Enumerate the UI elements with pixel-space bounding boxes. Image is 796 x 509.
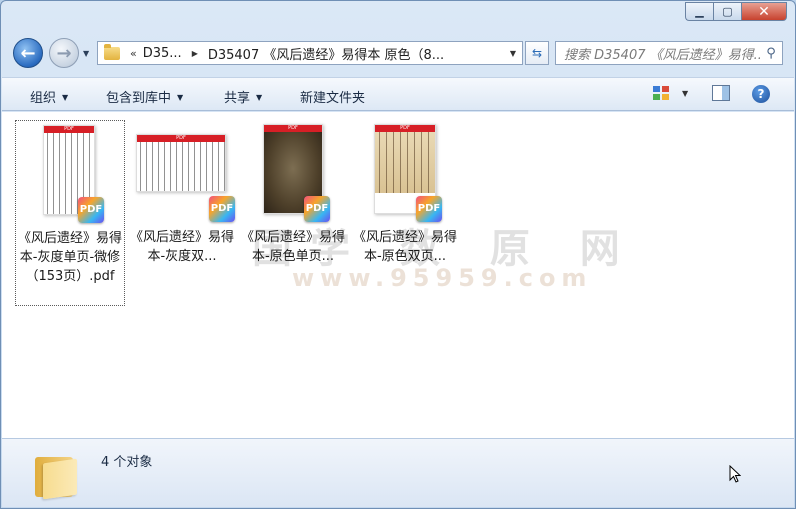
include-in-library-button[interactable]: 包含到库中 ▼: [106, 87, 183, 106]
include-in-library-label: 包含到库中: [106, 91, 172, 106]
pdf-icon: PDF: [209, 196, 235, 222]
details-pane: 4 个对象: [2, 438, 794, 507]
chevron-down-icon: ▼: [62, 93, 69, 102]
close-button[interactable]: ✕: [741, 2, 787, 21]
chevron-down-icon: ▼: [256, 93, 263, 102]
item-count: 4 个对象: [101, 455, 153, 470]
address-bar[interactable]: « D35... ▶ D35407 《风后遗经》易得本 原色（8... ▼: [97, 41, 523, 65]
view-icon[interactable]: [652, 85, 670, 101]
file-name: 《风后遗经》易得本-灰度双...: [129, 230, 234, 264]
share-label: 共享: [224, 91, 251, 106]
file-name: 《风后遗经》易得本-灰度单页-微修（153页）.pdf: [18, 231, 123, 284]
address-dropdown-icon[interactable]: ▼: [510, 49, 516, 58]
chevron-down-icon: ▼: [177, 93, 184, 102]
mouse-cursor-icon: [729, 465, 741, 483]
explorer-window: ▁ ▢ ✕ ← → ▼ « D35... ▶ D35407 《风后遗经》易得本 …: [0, 0, 796, 509]
organize-label: 组织: [30, 91, 57, 106]
preview-pane-icon[interactable]: [712, 85, 730, 101]
search-placeholder: 搜索 D35407 《风后遗经》易得...: [564, 47, 760, 63]
back-arrow-icon[interactable]: ←: [13, 38, 43, 68]
help-icon[interactable]: ?: [752, 85, 770, 103]
pdf-icon: PDF: [78, 197, 104, 223]
maximize-button[interactable]: ▢: [713, 2, 741, 21]
refresh-icon[interactable]: ⇆: [525, 41, 549, 65]
breadcrumb-separator-icon[interactable]: ▶: [192, 49, 198, 58]
share-button[interactable]: 共享 ▼: [224, 87, 262, 106]
pdf-icon: PDF: [416, 196, 442, 222]
file-name: 《风后遗经》易得本-原色双页...: [352, 230, 457, 264]
command-bar: 组织 ▼ 包含到库中 ▼ 共享 ▼ 新建文件夹 ▼ ?: [2, 77, 794, 111]
file-item[interactable]: PDF PDF 《风后遗经》易得本-灰度单页-微修（153页）.pdf: [15, 120, 125, 306]
folder-icon: [104, 43, 120, 60]
search-input[interactable]: 搜索 D35407 《风后遗经》易得... ⚲: [555, 41, 783, 65]
recent-pages-dropdown[interactable]: ▼: [83, 49, 89, 58]
breadcrumb-item-1[interactable]: D35...: [143, 46, 182, 61]
new-folder-button[interactable]: 新建文件夹: [300, 87, 365, 106]
breadcrumb-item-2[interactable]: D35407 《风后遗经》易得本 原色（8...: [208, 44, 444, 63]
chevron-left-icon[interactable]: «: [130, 47, 137, 60]
view-dropdown-icon[interactable]: ▼: [682, 89, 688, 98]
folder-icon: [35, 453, 79, 500]
forward-arrow-icon[interactable]: →: [49, 38, 79, 68]
file-item[interactable]: PDF PDF 《风后遗经》易得本-原色单页...: [238, 120, 348, 306]
organize-button[interactable]: 组织 ▼: [30, 87, 68, 106]
caption-buttons: ▁ ▢ ✕: [685, 2, 787, 21]
file-item[interactable]: PDF PDF 《风后遗经》易得本-灰度双...: [127, 120, 237, 306]
search-icon[interactable]: ⚲: [760, 46, 782, 61]
pdf-thumbnail: PDF: [136, 134, 226, 192]
pdf-icon: PDF: [304, 196, 330, 222]
navigation-row: ← → ▼ « D35... ▶ D35407 《风后遗经》易得本 原色（8..…: [11, 36, 787, 72]
file-name: 《风后遗经》易得本-原色单页...: [240, 230, 345, 264]
file-list[interactable]: 国学 数 原 网 www.95959.com PDF PDF 《风后遗经》易得本…: [2, 112, 794, 438]
minimize-button[interactable]: ▁: [685, 2, 713, 21]
file-item[interactable]: PDF PDF 《风后遗经》易得本-原色双页...: [350, 120, 460, 306]
